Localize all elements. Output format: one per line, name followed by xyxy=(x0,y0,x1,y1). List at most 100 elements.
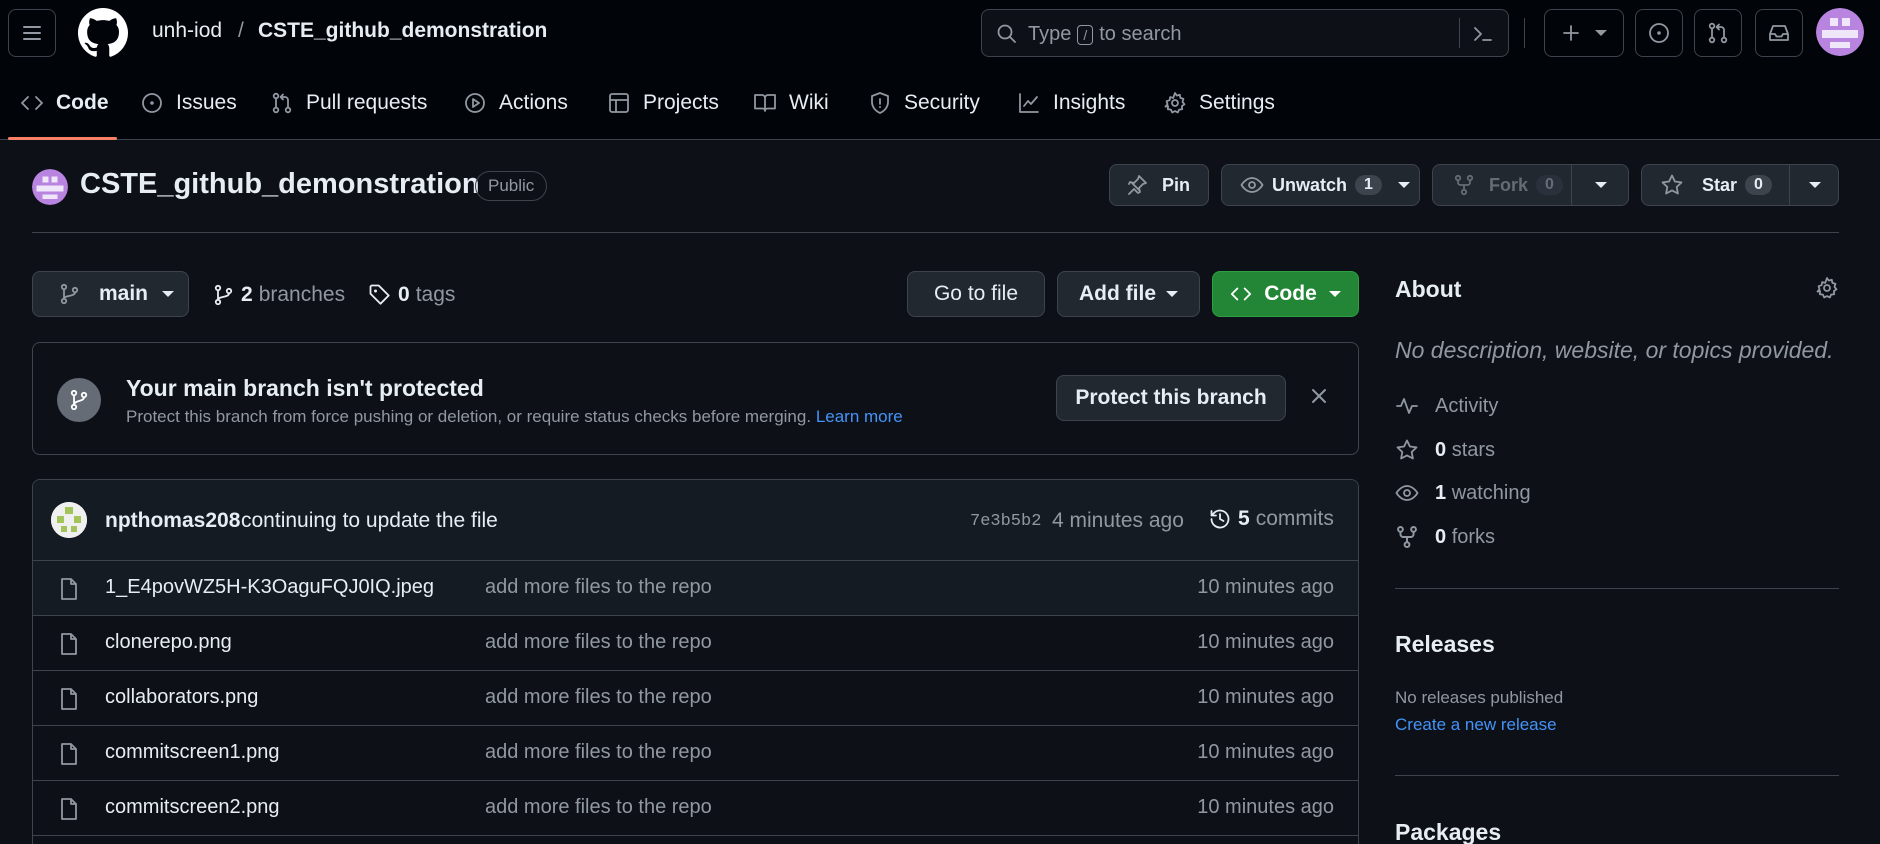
tab-actions[interactable]: Actions xyxy=(463,66,568,140)
activity-link[interactable]: Activity xyxy=(1395,394,1498,418)
repo-title[interactable]: CSTE_github_demonstration xyxy=(80,168,480,201)
pull-request-icon xyxy=(272,92,292,114)
fork-count: 0 xyxy=(1536,175,1563,195)
file-icon xyxy=(61,743,77,765)
add-file-label: Add file xyxy=(1079,282,1156,305)
code-dropdown-button[interactable]: Code xyxy=(1212,271,1359,317)
stars-link[interactable]: 0 stars xyxy=(1395,438,1495,462)
inbox-button[interactable] xyxy=(1755,9,1803,57)
tags-count: 0 xyxy=(398,283,410,306)
unwatch-label: Unwatch xyxy=(1272,174,1348,195)
star-button[interactable]: Star 0 xyxy=(1641,164,1839,206)
fork-label: Fork xyxy=(1489,174,1529,195)
gear-icon[interactable] xyxy=(1815,276,1839,300)
file-name[interactable]: commitscreen2.png xyxy=(105,796,280,819)
file-commit-message[interactable]: add more files to the repo xyxy=(485,686,712,709)
file-commit-message[interactable]: add more files to the repo xyxy=(485,576,712,599)
close-icon[interactable] xyxy=(1309,386,1329,406)
search-shortcut-key: / xyxy=(1077,24,1094,45)
forks-label: forks xyxy=(1451,525,1496,548)
command-palette-icon[interactable] xyxy=(1472,23,1494,45)
play-icon xyxy=(465,93,485,113)
tab-pull-requests[interactable]: Pull requests xyxy=(270,66,427,140)
file-commit-message[interactable]: add more files to the repo xyxy=(485,631,712,654)
header-divider xyxy=(32,232,1839,233)
forks-text: 0 forks xyxy=(1435,526,1495,549)
branches-link[interactable]: 2 branches xyxy=(213,283,345,307)
protect-branch-button[interactable]: Protect this branch xyxy=(1056,375,1286,421)
tab-projects[interactable]: Projects xyxy=(607,66,719,140)
file-row: clonerepo.png add more files to the repo… xyxy=(33,616,1358,671)
file-name[interactable]: commitscreen1.png xyxy=(105,741,280,764)
branches-count: 2 xyxy=(241,283,253,306)
repo-link[interactable]: CSTE_github_demonstration xyxy=(258,19,547,43)
file-commit-message[interactable]: add more files to the repo xyxy=(485,796,712,819)
commit-author[interactable]: npthomas208 xyxy=(105,509,240,533)
go-to-file-button[interactable]: Go to file xyxy=(907,271,1045,317)
avatar-identicon xyxy=(32,169,68,205)
create-release-link[interactable]: Create a new release xyxy=(1395,715,1557,735)
forks-link[interactable]: 0 forks xyxy=(1395,525,1495,549)
menu-button[interactable] xyxy=(8,9,56,57)
tags-link[interactable]: 0 tags xyxy=(368,283,455,307)
learn-more-link[interactable]: Learn more xyxy=(816,407,903,426)
commit-message[interactable]: continuing to update the file xyxy=(241,509,498,533)
watching-label: watching xyxy=(1451,481,1531,504)
eye-icon xyxy=(1240,177,1264,193)
tab-wiki[interactable]: Wiki xyxy=(753,66,829,140)
header-divider xyxy=(1524,18,1525,48)
file-row: collaborators.png add more files to the … xyxy=(33,671,1358,726)
tab-insights[interactable]: Insights xyxy=(1017,66,1125,140)
tab-settings[interactable]: Settings xyxy=(1163,66,1275,140)
tab-code[interactable]: Code xyxy=(20,66,109,140)
commit-sha[interactable]: 7e3b5b2 xyxy=(970,512,1041,531)
watch-count: 1 xyxy=(1355,175,1382,195)
file-name[interactable]: clonerepo.png xyxy=(105,631,232,654)
chevron-down-icon xyxy=(162,291,175,297)
code-icon xyxy=(1231,287,1252,301)
tab-label: Insights xyxy=(1053,91,1126,114)
user-avatar[interactable] xyxy=(1816,8,1864,56)
search-input[interactable]: Type / to search xyxy=(981,9,1509,57)
owner-link[interactable]: unh-iod xyxy=(152,19,222,43)
tab-issues[interactable]: Issues xyxy=(140,66,237,140)
banner-title: Your main branch isn't protected xyxy=(126,375,484,401)
branch-select-button[interactable]: main xyxy=(32,271,189,317)
tab-label: Security xyxy=(904,91,980,114)
create-new-button[interactable] xyxy=(1544,9,1624,57)
star-count: 0 xyxy=(1745,175,1772,195)
search-prefix: Type xyxy=(1028,23,1072,45)
github-logo-icon xyxy=(78,8,128,57)
tag-icon xyxy=(369,284,390,305)
commit-author-avatar[interactable] xyxy=(51,502,87,538)
packages-heading[interactable]: Packages xyxy=(1395,819,1501,844)
chevron-down-icon xyxy=(1809,182,1821,188)
issues-button[interactable] xyxy=(1635,9,1683,57)
tab-security[interactable]: Security xyxy=(868,66,980,140)
pull-requests-button[interactable] xyxy=(1694,9,1742,57)
unwatch-button[interactable]: Unwatch 1 xyxy=(1221,164,1420,206)
command-palette-divider xyxy=(1459,18,1460,48)
github-logo[interactable] xyxy=(78,8,128,58)
repo-nav: Code Issues Pull requests Actions Projec… xyxy=(0,66,1880,140)
stars-label: stars xyxy=(1451,438,1496,461)
file-name[interactable]: collaborators.png xyxy=(105,686,258,709)
issue-icon xyxy=(142,93,162,113)
releases-heading[interactable]: Releases xyxy=(1395,631,1495,658)
star-icon xyxy=(1661,174,1683,195)
file-commit-message[interactable]: add more files to the repo xyxy=(485,741,712,764)
commits-count: 5 xyxy=(1238,507,1250,530)
watching-link[interactable]: 1 watching xyxy=(1395,481,1531,505)
file-browser: npthomas208 continuing to update the fil… xyxy=(32,479,1359,844)
file-icon xyxy=(61,688,77,710)
fork-button[interactable]: Fork 0 xyxy=(1432,164,1629,206)
chevron-down-icon xyxy=(1595,182,1607,188)
commits-link[interactable]: 5 commits xyxy=(1208,507,1334,531)
book-icon xyxy=(754,94,776,112)
add-file-button[interactable]: Add file xyxy=(1057,271,1200,317)
go-to-file-label: Go to file xyxy=(933,282,1019,305)
latest-commit-row: npthomas208 continuing to update the fil… xyxy=(33,480,1358,561)
file-icon xyxy=(61,798,77,820)
pin-button[interactable]: Pin xyxy=(1109,164,1209,206)
file-name[interactable]: 1_E4povWZ5H-K3OaguFQJ0IQ.jpeg xyxy=(105,576,434,599)
